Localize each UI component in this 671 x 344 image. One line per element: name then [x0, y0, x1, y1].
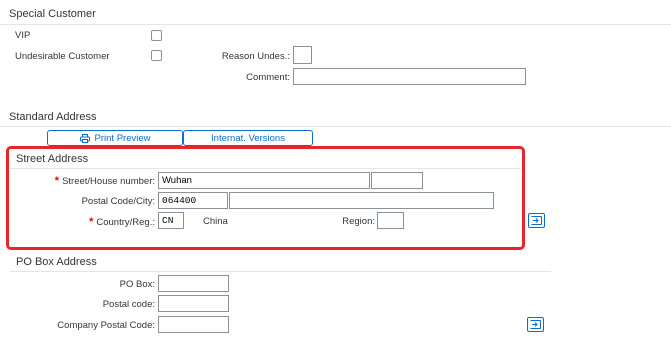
- expand-po-box-button[interactable]: [527, 317, 544, 332]
- standard-address-divider: [0, 126, 671, 127]
- region-field[interactable]: [377, 212, 404, 229]
- city-field[interactable]: [229, 192, 494, 209]
- reason-undes-field[interactable]: [293, 46, 312, 64]
- special-customer-title: Special Customer: [9, 8, 96, 20]
- postal-code-field[interactable]: 064400: [158, 192, 228, 209]
- region-label: Region:: [342, 216, 375, 227]
- po-box-label: PO Box:: [119, 279, 155, 290]
- company-postal-code-field[interactable]: [158, 316, 229, 333]
- standard-address-title: Standard Address: [9, 111, 97, 123]
- street-house-number-label: * Street/House number:: [40, 175, 155, 187]
- required-marker: *: [89, 216, 94, 228]
- expand-icon: [531, 216, 542, 225]
- country-field[interactable]: CN: [158, 212, 184, 229]
- country-name: China: [203, 216, 228, 227]
- reason-undes-label: Reason Undes.:: [221, 51, 290, 62]
- country-label-text: Country/Reg.:: [96, 217, 155, 228]
- street-label-text: Street/House number:: [62, 176, 155, 187]
- comment-field[interactable]: [293, 68, 526, 85]
- comment-label: Comment:: [246, 72, 290, 83]
- company-postal-code-label: Company Postal Code:: [57, 320, 155, 331]
- street-address-divider: [10, 168, 521, 169]
- expand-street-button[interactable]: [528, 213, 545, 228]
- country-region-label: * Country/Reg.:: [40, 216, 155, 228]
- street-field[interactable]: Wuhan: [158, 172, 370, 189]
- internat-versions-label: Internat. Versions: [211, 132, 285, 144]
- required-marker: *: [54, 175, 60, 187]
- undesirable-customer-label: Undesirable Customer: [15, 51, 110, 62]
- print-preview-label: Print Preview: [94, 132, 151, 144]
- vip-label: VIP: [15, 30, 31, 41]
- po-box-address-title: PO Box Address: [16, 256, 97, 268]
- print-preview-button[interactable]: Print Preview: [47, 130, 183, 146]
- expand-icon: [530, 320, 541, 329]
- printer-icon: [79, 133, 90, 143]
- internat-versions-button[interactable]: Internat. Versions: [183, 130, 313, 146]
- postal-code-city-label: Postal Code/City:: [81, 196, 155, 207]
- street-address-title: Street Address: [16, 153, 89, 165]
- po-box-address-divider: [10, 271, 551, 272]
- po-box-field[interactable]: [158, 275, 229, 292]
- po-postal-code-field[interactable]: [158, 295, 229, 312]
- postal-code-label: Postal code:: [102, 299, 155, 310]
- undesirable-customer-checkbox[interactable]: [151, 50, 162, 61]
- house-number-field[interactable]: [371, 172, 423, 189]
- special-customer-divider: [0, 24, 671, 25]
- vip-checkbox[interactable]: [151, 30, 162, 41]
